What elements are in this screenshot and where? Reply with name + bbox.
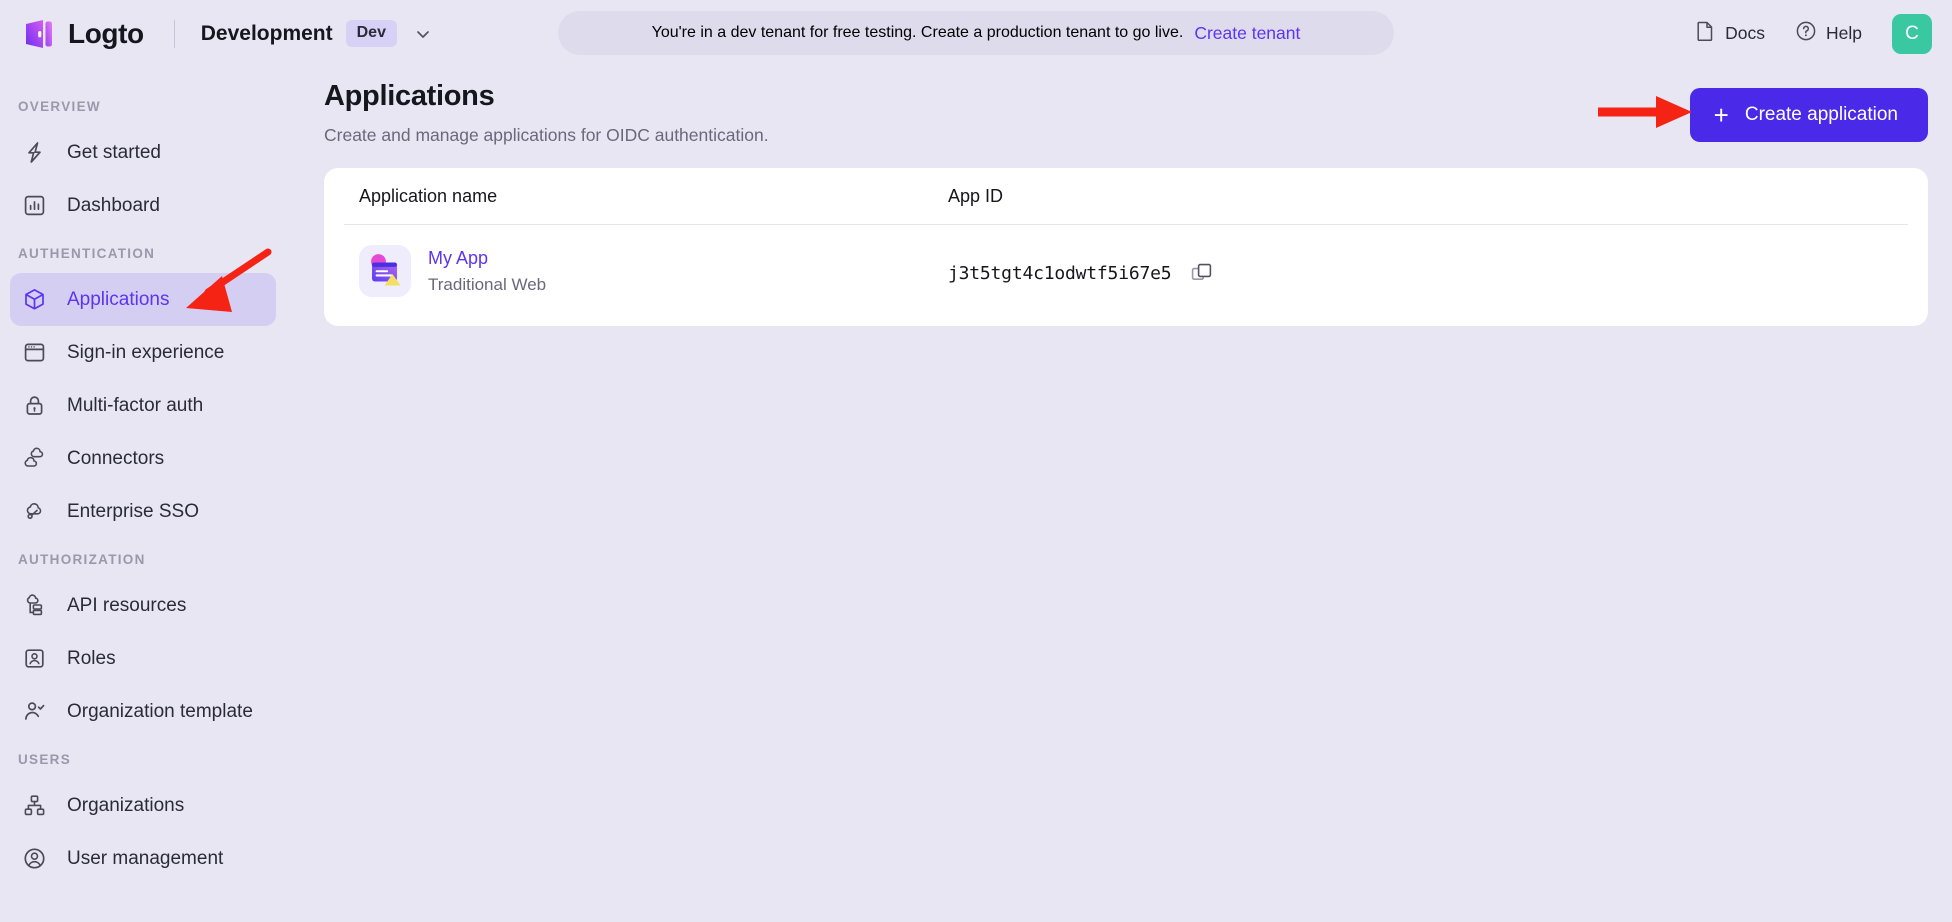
brand-divider	[173, 19, 175, 48]
user-circle-icon	[21, 845, 48, 872]
applications-table: Application name App ID My App Tradition…	[324, 168, 1928, 326]
document-icon	[1694, 20, 1716, 47]
create-application-label: Create application	[1744, 104, 1898, 125]
sidebar-item-label: Roles	[67, 647, 116, 669]
sidebar-item-organizations[interactable]: Organizations	[10, 779, 276, 832]
create-tenant-link[interactable]: Create tenant	[1194, 23, 1300, 44]
page-title: Applications	[324, 80, 495, 112]
person-badge-icon	[21, 645, 48, 672]
table-row[interactable]: My App Traditional Web j3t5tgt4c1odwtf5i…	[324, 225, 1928, 326]
org-tree-icon	[21, 792, 48, 819]
application-name-text-block: My App Traditional Web	[428, 248, 546, 295]
tenant-badge: Dev	[345, 20, 397, 47]
sidebar-item-label: Applications	[67, 288, 170, 310]
sidebar: OVERVIEW Get started Dashboard AUTHENTIC…	[0, 67, 296, 922]
help-label: Help	[1826, 23, 1862, 43]
connectors-cloud-icon	[21, 445, 48, 472]
copy-icon[interactable]	[1191, 263, 1212, 284]
chevron-down-icon[interactable]	[413, 24, 433, 44]
api-resource-icon	[21, 592, 48, 619]
sidebar-item-sign-in-experience[interactable]: Sign-in experience	[10, 326, 276, 379]
top-bar-actions: Docs Help C	[1694, 0, 1932, 67]
brand-name: Logto	[68, 17, 144, 49]
app-id-value: j3t5tgt4c1odwtf5i67e5	[948, 263, 1172, 284]
sidebar-item-label: Connectors	[67, 447, 165, 469]
top-bar: Logto Development Dev You're in a dev te…	[0, 0, 1952, 67]
sidebar-item-label: Organizations	[67, 794, 185, 816]
docs-button[interactable]: Docs	[1694, 20, 1765, 47]
application-name-cell: My App Traditional Web	[359, 245, 546, 297]
table-header-row: Application name App ID	[324, 168, 1928, 224]
sidebar-item-dashboard[interactable]: Dashboard	[10, 179, 276, 232]
sidebar-item-applications[interactable]: Applications	[10, 273, 276, 326]
dev-tenant-banner: You're in a dev tenant for free testing.…	[558, 11, 1394, 55]
cube-icon	[21, 286, 48, 313]
avatar[interactable]: C	[1892, 13, 1932, 54]
sidebar-item-connectors[interactable]: Connectors	[10, 432, 276, 485]
sidebar-item-organization-template[interactable]: Organization template	[10, 685, 276, 738]
lock-icon	[21, 392, 48, 419]
main-content: Applications Create and manage applicati…	[296, 67, 1952, 922]
create-application-button[interactable]: + Create application	[1689, 88, 1928, 142]
sidebar-item-user-management[interactable]: User management	[10, 832, 276, 885]
sidebar-item-label: Multi-factor auth	[67, 394, 204, 416]
page-subtitle: Create and manage applications for OIDC …	[324, 125, 769, 145]
tenant-switcher[interactable]: Development Dev	[201, 20, 433, 47]
sidebar-item-label: User management	[67, 847, 224, 869]
lightning-bolt-icon	[21, 139, 48, 166]
app-id-cell: j3t5tgt4c1odwtf5i67e5	[948, 263, 1212, 284]
bar-chart-icon	[21, 192, 48, 219]
sidebar-item-label: Organization template	[67, 700, 253, 722]
traditional-web-app-icon	[359, 245, 411, 297]
sidebar-section-overview: OVERVIEW	[18, 99, 101, 114]
sidebar-section-users: USERS	[18, 752, 72, 767]
tenant-name: Development	[200, 21, 333, 45]
sidebar-item-label: Get started	[67, 141, 161, 163]
docs-label: Docs	[1725, 23, 1765, 43]
sidebar-item-roles[interactable]: Roles	[10, 632, 276, 685]
column-header-application-name: Application name	[359, 186, 498, 206]
browser-window-icon	[21, 339, 48, 366]
sidebar-section-authentication: AUTHENTICATION	[18, 246, 156, 261]
application-name-link[interactable]: My App	[428, 248, 546, 269]
sidebar-item-label: Dashboard	[67, 194, 160, 216]
sidebar-item-get-started[interactable]: Get started	[10, 126, 276, 179]
sidebar-item-api-resources[interactable]: API resources	[10, 579, 276, 632]
sidebar-item-multi-factor-auth[interactable]: Multi-factor auth	[10, 379, 276, 432]
brand: Logto	[0, 17, 144, 51]
dev-banner-text: You're in a dev tenant for free testing.…	[651, 24, 1184, 41]
logto-logo-icon	[22, 17, 56, 51]
sidebar-section-authorization: AUTHORIZATION	[18, 552, 146, 567]
person-check-icon	[21, 698, 48, 725]
sidebar-item-label: Enterprise SSO	[67, 500, 199, 522]
question-circle-icon	[1795, 20, 1817, 47]
application-type-label: Traditional Web	[428, 274, 547, 294]
sidebar-item-label: API resources	[67, 594, 187, 616]
cloud-key-icon	[21, 498, 48, 525]
column-header-app-id: App ID	[948, 186, 1004, 206]
sidebar-item-label: Sign-in experience	[67, 341, 225, 363]
plus-icon: +	[1713, 100, 1729, 130]
help-button[interactable]: Help	[1795, 20, 1862, 47]
sidebar-item-enterprise-sso[interactable]: Enterprise SSO	[10, 485, 276, 538]
page-header: Applications Create and manage applicati…	[324, 80, 769, 146]
